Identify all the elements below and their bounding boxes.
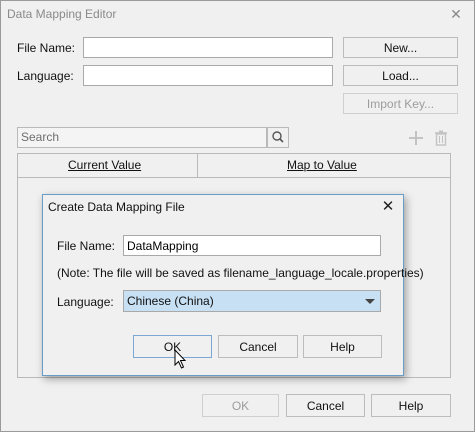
window-close-icon[interactable]: ✕ <box>446 5 466 23</box>
search-icon[interactable] <box>267 127 289 148</box>
dialog-cancel-button[interactable]: Cancel <box>218 335 298 358</box>
load-button[interactable]: Load... <box>343 65 458 86</box>
column-divider <box>197 154 198 178</box>
file-name-label: File Name: <box>17 41 76 55</box>
outer-help-button[interactable]: Help <box>371 394 451 417</box>
language-field[interactable] <box>83 65 333 86</box>
dialog-ok-button[interactable]: OK <box>133 335 212 358</box>
dialog-close-icon[interactable]: ✕ <box>378 197 398 217</box>
window-title: Data Mapping Editor <box>7 7 117 21</box>
mouse-cursor-icon <box>174 348 188 371</box>
delete-icon[interactable] <box>431 128 451 148</box>
dialog-file-name-label: File Name: <box>57 239 116 253</box>
column-header-current-value[interactable]: Current Value <box>68 158 141 172</box>
new-button[interactable]: New... <box>343 37 458 58</box>
file-name-field[interactable] <box>83 37 333 58</box>
dialog-help-button[interactable]: Help <box>303 335 382 358</box>
dropdown-arrow-icon[interactable] <box>361 291 380 311</box>
language-label: Language: <box>17 69 74 83</box>
column-header-map-to-value[interactable]: Map to Value <box>287 158 357 172</box>
dialog-language-label: Language: <box>57 295 114 309</box>
language-select-value: Chinese (China) <box>127 294 214 308</box>
dialog-file-name-field[interactable]: DataMapping <box>123 235 381 256</box>
search-placeholder: Search <box>21 130 60 144</box>
import-key-button[interactable]: Import Key... <box>343 93 458 114</box>
outer-cancel-button[interactable]: Cancel <box>286 394 365 417</box>
dialog-note: (Note: The file will be saved as filenam… <box>57 266 424 280</box>
add-icon[interactable] <box>406 128 426 148</box>
dialog-title: Create Data Mapping File <box>48 200 185 214</box>
outer-ok-button[interactable]: OK <box>202 394 279 417</box>
